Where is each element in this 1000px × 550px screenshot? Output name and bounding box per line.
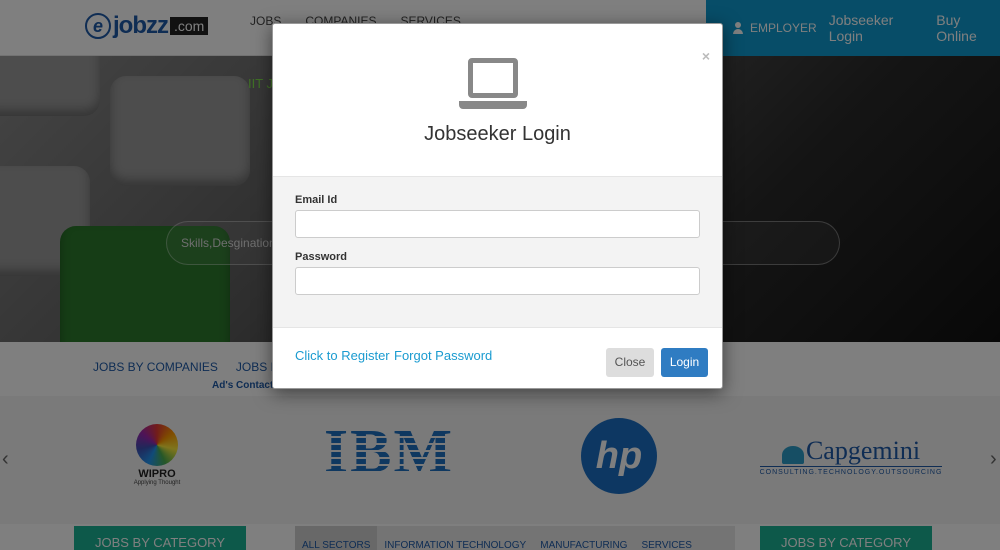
email-label: Email Id xyxy=(295,194,338,206)
register-link[interactable]: Click to Register xyxy=(295,348,390,363)
password-field[interactable] xyxy=(295,267,700,295)
forgot-password-link[interactable]: Forgot Password xyxy=(394,348,492,363)
laptop-icon xyxy=(459,58,527,110)
modal-footer: Click to Register Forgot Password Close … xyxy=(273,328,722,388)
modal-header: × Jobseeker Login xyxy=(273,24,722,177)
jobseeker-login-modal: × Jobseeker Login Email Id Password Clic… xyxy=(272,23,723,389)
modal-title: Jobseeker Login xyxy=(424,123,571,145)
login-form: Email Id Password xyxy=(273,177,722,328)
email-field[interactable] xyxy=(295,210,700,238)
login-button[interactable]: Login xyxy=(661,348,708,377)
close-icon[interactable]: × xyxy=(702,48,710,64)
close-button[interactable]: Close xyxy=(606,348,654,377)
laptop-base xyxy=(459,101,527,109)
laptop-screen xyxy=(468,58,518,98)
password-label: Password xyxy=(295,251,347,263)
